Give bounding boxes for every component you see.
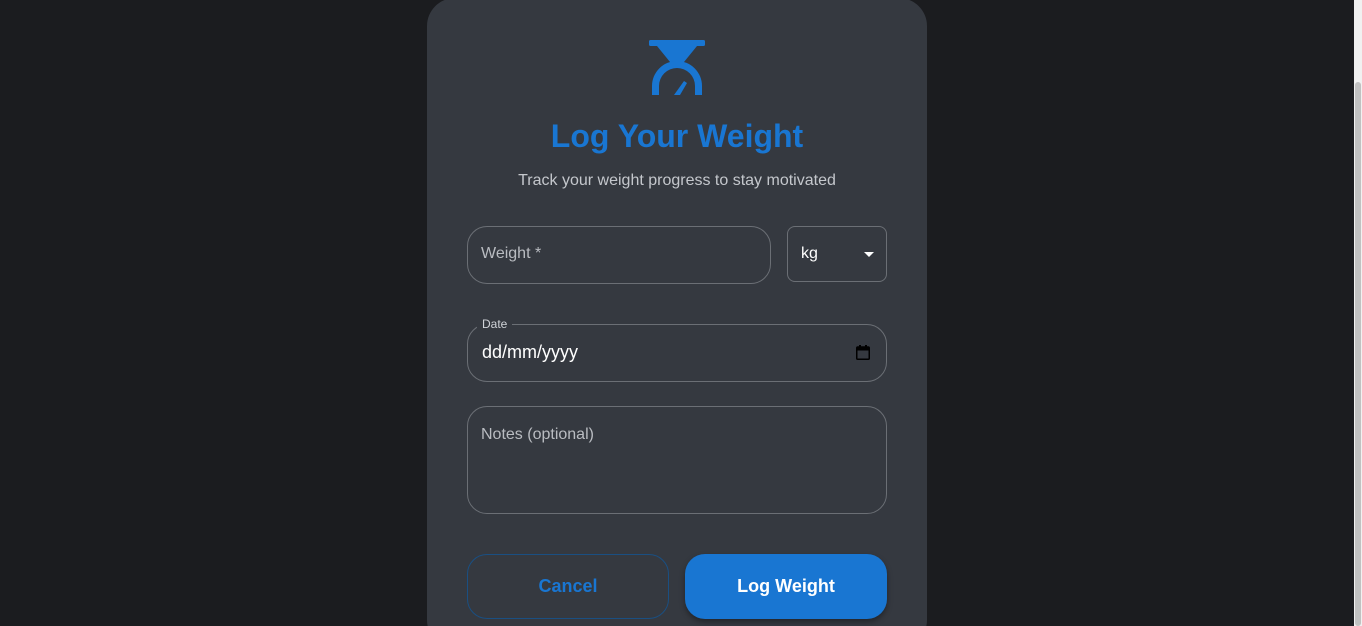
log-weight-card: Log Your Weight Track your weight progre…: [427, 0, 927, 626]
page-title: Log Your Weight: [550, 118, 804, 154]
notes-textarea[interactable]: Notes (optional): [467, 406, 887, 514]
page-scrollbar[interactable]: [1354, 0, 1362, 626]
log-weight-button[interactable]: Log Weight: [685, 554, 887, 619]
caret-down-icon: [864, 252, 874, 257]
date-input[interactable]: Date dd/mm/yyyy: [467, 317, 887, 382]
weight-field-label: Weight *: [481, 245, 542, 262]
unit-selected-value: kg: [801, 245, 818, 262]
cancel-button[interactable]: Cancel: [467, 554, 669, 619]
scale-icon: [649, 40, 705, 95]
page: Log Your Weight Track your weight progre…: [0, 0, 1362, 626]
page-subtitle: Track your weight progress to stay motiv…: [518, 172, 836, 189]
unit-select[interactable]: kg: [787, 226, 887, 282]
weight-input[interactable]: Weight *: [467, 226, 771, 284]
date-field-value: dd/mm/yyyy: [482, 342, 579, 362]
date-field-label: Date: [477, 317, 513, 331]
scrollbar-thumb[interactable]: [1355, 82, 1361, 626]
notes-placeholder: Notes (optional): [481, 426, 594, 443]
calendar-icon[interactable]: [856, 345, 870, 360]
